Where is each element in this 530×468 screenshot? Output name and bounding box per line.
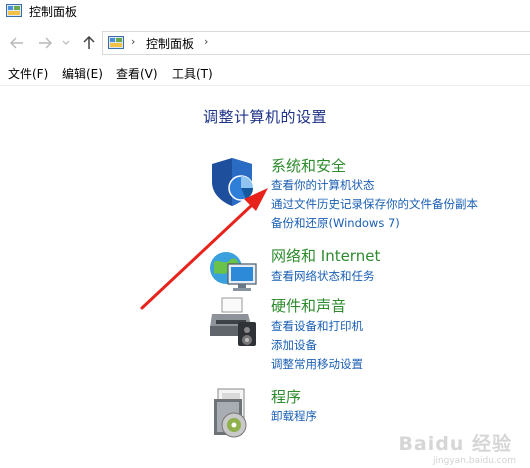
category-title[interactable]: 网络和 Internet	[271, 246, 380, 266]
up-button[interactable]	[80, 34, 98, 52]
breadcrumb-separator-icon[interactable]: ›	[131, 35, 135, 48]
chevron-down-icon	[62, 40, 70, 45]
printer-speaker-icon[interactable]	[208, 296, 260, 348]
back-button[interactable]	[8, 34, 26, 52]
menu-tools[interactable]: 工具(T)	[172, 66, 213, 82]
link-network-status[interactable]: 查看网络状态和任务	[271, 269, 375, 284]
link-file-history[interactable]: 通过文件历史记录保存你的文件备份副本	[271, 197, 478, 212]
recent-locations-button[interactable]	[60, 34, 72, 52]
address-bar[interactable]: › 控制面板 ›	[102, 31, 530, 55]
category-title[interactable]: 硬件和声音	[271, 296, 346, 316]
category-network-internet: 网络和 Internet 查看网络状态和任务	[208, 246, 518, 296]
title-bar: 控制面板	[0, 0, 530, 26]
menu-bar: 文件(F) 编辑(E) 查看(V) 工具(T)	[0, 63, 530, 86]
menu-edit[interactable]: 编辑(E)	[62, 66, 103, 82]
breadcrumb-separator-icon[interactable]: ›	[204, 35, 208, 48]
link-mobility-settings[interactable]: 调整常用移动设置	[271, 357, 363, 372]
arrow-up-icon	[83, 36, 95, 49]
window-title: 控制面板	[29, 5, 78, 19]
link-view-computer-status[interactable]: 查看你的计算机状态	[271, 178, 375, 193]
category-system-security: 系统和安全 查看你的计算机状态 通过文件历史记录保存你的文件备份副本 备份和还原…	[208, 156, 518, 236]
page-title: 调整计算机的设置	[202, 108, 327, 126]
control-panel-icon	[108, 36, 124, 49]
programs-disc-icon[interactable]	[208, 387, 260, 439]
shield-icon[interactable]	[208, 156, 260, 208]
arrow-right-icon	[39, 37, 52, 49]
forward-button[interactable]	[36, 34, 54, 52]
control-panel-icon	[6, 4, 22, 17]
network-globe-icon[interactable]	[208, 246, 260, 298]
category-title[interactable]: 系统和安全	[271, 156, 346, 176]
navigation-bar: › 控制面板 ›	[0, 30, 530, 58]
link-devices-printers[interactable]: 查看设备和打印机	[271, 319, 363, 334]
menu-view[interactable]: 查看(V)	[116, 66, 158, 82]
menu-file[interactable]: 文件(F)	[8, 66, 48, 82]
watermark-logo: Baidu 经验	[398, 433, 512, 455]
link-add-device[interactable]: 添加设备	[271, 338, 317, 353]
arrow-left-icon	[10, 37, 23, 49]
category-title[interactable]: 程序	[271, 387, 301, 407]
link-backup-restore[interactable]: 备份和还原(Windows 7)	[271, 216, 400, 231]
category-hardware-sound: 硬件和声音 查看设备和打印机 添加设备 调整常用移动设置	[208, 296, 518, 374]
watermark-url: jingyan.baidu.com	[432, 456, 516, 466]
link-uninstall-program[interactable]: 卸载程序	[271, 409, 317, 424]
breadcrumb-item[interactable]: 控制面板	[146, 36, 194, 52]
